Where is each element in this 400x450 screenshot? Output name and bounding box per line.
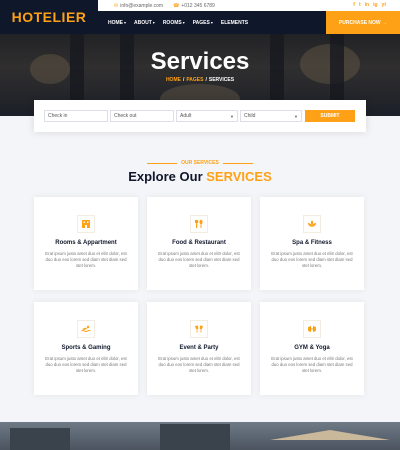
chevron-down-icon: ▼ [294,113,298,119]
service-card[interactable]: Event & Party Erat ipsum justo amet duo … [147,302,251,395]
linkedin-icon[interactable]: in [365,2,369,8]
child-select[interactable]: Child ▼ [240,110,302,122]
service-title: Spa & Fitness [292,240,332,246]
chevron-down-icon: ▾ [152,19,155,25]
phone-contact: ☎ +012 345 6789 [173,3,215,9]
glass-cheers-icon [190,320,208,338]
service-description: Erat ipsum justo amet duo et elitr dolor… [271,251,353,269]
chevron-down-icon: ▾ [182,19,185,25]
booking-form: Check in Check out Adult ▼ Child ▼ SUBMIT [34,100,366,132]
adult-select[interactable]: Adult ▼ [176,110,238,122]
umbrella-shape [270,430,390,440]
chevron-down-icon: ▾ [124,19,127,25]
email-contact: ✉ info@example.com [114,3,163,9]
service-description: Erat ipsum justo amet duo et elitr dolor… [271,356,353,374]
nav-pages[interactable]: PAGES▾ [193,20,213,26]
spa-icon [303,215,321,233]
section-title: Explore Our SERVICES [0,169,400,184]
child-value: Child [244,113,256,119]
twitter-icon[interactable]: t [359,2,361,8]
service-description: Erat ipsum justo amet duo et elitr dolor… [158,356,240,374]
subtitle-text: OUR SERVICES [181,160,219,166]
building-shape [10,428,70,450]
breadcrumb-pages[interactable]: PAGES [186,77,203,83]
chevron-down-icon: ▼ [230,113,234,119]
nav-elements[interactable]: ELEMENTS [221,20,248,26]
service-card[interactable]: Food & Restaurant Erat ipsum justo amet … [147,197,251,290]
email-text[interactable]: info@example.com [120,3,163,9]
utensils-icon [190,215,208,233]
checkin-placeholder: Check in [48,113,68,119]
logo[interactable]: HOTELIER [12,9,87,25]
nav-rooms[interactable]: ROOMS▾ [163,20,185,26]
phone-text[interactable]: +012 345 6789 [181,3,215,9]
subtitle-line [147,162,178,164]
service-card[interactable]: Spa & Fitness Erat ipsum justo amet duo … [260,197,364,290]
breadcrumb-current: SERVICES [208,77,235,83]
logo-box[interactable]: HOTELIER [0,0,98,34]
hotel-icon [77,215,95,233]
checkin-field[interactable]: Check in [44,110,108,122]
envelope-icon: ✉ [114,2,119,9]
subtitle-line [222,162,253,164]
social-links: f t in ig yt [353,2,386,8]
breadcrumb-separator: / [205,77,207,83]
service-card[interactable]: GYM & Yoga Erat ipsum justo amet duo et … [260,302,364,395]
dumbbell-icon [303,320,321,338]
submit-button[interactable]: SUBMIT [305,110,355,122]
service-description: Erat ipsum justo amet duo et elitr dolor… [158,251,240,269]
service-title: Food & Restaurant [172,240,226,246]
page-title: Services [150,48,250,75]
service-description: Erat ipsum justo amet duo et elitr dolor… [45,251,127,269]
service-title: Rooms & Appartment [55,240,117,246]
facebook-icon[interactable]: f [353,2,355,8]
service-title: GYM & Yoga [294,345,330,351]
title-prefix: Explore Our [128,169,203,184]
swimmer-icon [77,320,95,338]
breadcrumb-separator: / [182,77,185,83]
building-shape [160,424,230,450]
phone-icon: ☎ [173,2,180,9]
testimonial-background-image [0,422,400,450]
top-bar: ✉ info@example.com ☎ +012 345 6789 f t i… [98,0,400,11]
checkout-placeholder: Check out [114,113,137,119]
breadcrumb-home[interactable]: HOME [166,77,181,83]
purchase-now-button[interactable]: PURCHASE NOW → [326,11,400,34]
nav-home[interactable]: HOME▾ [108,20,126,26]
service-description: Erat ipsum justo amet duo et elitr dolor… [45,356,127,374]
checkout-field[interactable]: Check out [110,110,174,122]
instagram-icon[interactable]: ig [373,2,377,8]
adult-value: Adult [180,113,192,119]
youtube-icon[interactable]: yt [382,2,386,8]
service-title: Event & Party [179,345,219,351]
main-nav: HOME▾ ABOUT▾ ROOMS▾ PAGES▾ ELEMENTS [98,11,326,34]
chevron-down-icon: ▾ [210,19,213,25]
service-title: Sports & Gaming [61,345,111,351]
section-subtitle: OUR SERVICES [0,160,400,166]
title-accent: SERVICES [206,169,272,184]
breadcrumb: HOME / PAGES / SERVICES [0,77,400,83]
nav-about[interactable]: ABOUT▾ [134,20,155,26]
service-card[interactable]: Rooms & Appartment Erat ipsum justo amet… [34,197,138,290]
service-card[interactable]: Sports & Gaming Erat ipsum justo amet du… [34,302,138,395]
